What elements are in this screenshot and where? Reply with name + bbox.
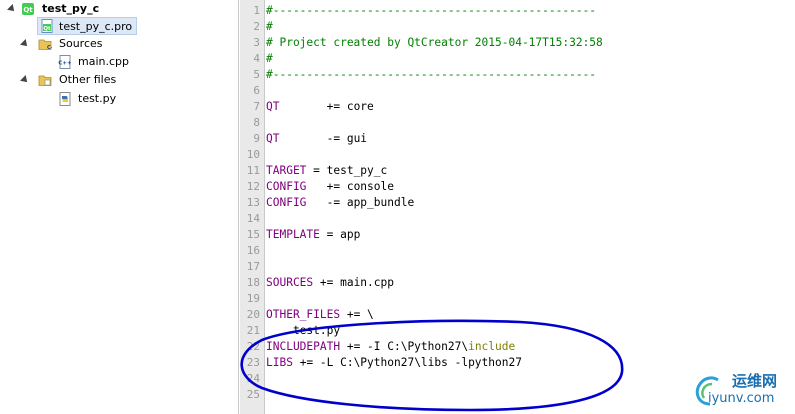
line-number: 2 bbox=[253, 20, 260, 33]
line-number: 12 bbox=[246, 180, 260, 193]
line-number: 3 bbox=[253, 36, 260, 49]
expand-arrow-icon[interactable] bbox=[20, 75, 30, 85]
code-line[interactable]: # bbox=[266, 51, 273, 67]
code-text: += console bbox=[306, 180, 394, 193]
code-comment: # bbox=[266, 52, 273, 65]
pro-file-label: test_py_c.pro bbox=[59, 20, 133, 33]
line-number: 14 bbox=[246, 212, 260, 225]
svg-text:Qt: Qt bbox=[43, 26, 51, 32]
qt-pro-file-icon: Qt bbox=[41, 19, 53, 33]
other-files-label: Other files bbox=[59, 73, 117, 86]
line-number: 15 bbox=[246, 228, 260, 241]
code-line[interactable]: # bbox=[266, 19, 273, 35]
tree-item-project[interactable]: Qt test_py_c bbox=[4, 0, 234, 18]
line-number: 23 bbox=[246, 356, 260, 369]
expand-arrow-icon[interactable] bbox=[7, 4, 17, 14]
line-number: 25 bbox=[246, 388, 260, 401]
line-number: 4 bbox=[253, 52, 260, 65]
cpp-file-icon: C++ bbox=[58, 55, 72, 69]
line-number: 18 bbox=[246, 276, 260, 289]
code-text: test.py bbox=[266, 324, 341, 337]
qmake-variable: LIBS bbox=[266, 356, 293, 369]
code-text: += core bbox=[279, 100, 374, 113]
code-line[interactable]: SOURCES += main.cpp bbox=[266, 275, 394, 291]
svg-text:C++: C++ bbox=[58, 61, 72, 67]
code-line[interactable]: # Project created by QtCreator 2015-04-1… bbox=[266, 35, 603, 51]
tree-item-test-py[interactable]: test.py bbox=[57, 90, 207, 108]
qmake-variable: CONFIG bbox=[266, 196, 307, 209]
expand-arrow-icon[interactable] bbox=[20, 39, 30, 49]
code-text: -= app_bundle bbox=[306, 196, 415, 209]
code-text: -= gui bbox=[279, 132, 368, 145]
code-line[interactable]: CONFIG -= app_bundle bbox=[266, 195, 414, 211]
folder-icon bbox=[38, 75, 52, 86]
qmake-variable: QT bbox=[266, 132, 280, 145]
project-tree: Qt test_py_c Qt test_py_c.pro C+ Sources… bbox=[0, 0, 239, 414]
folder-icon: C+ bbox=[38, 39, 52, 51]
svg-text:Qt: Qt bbox=[23, 6, 33, 14]
line-number: 10 bbox=[246, 148, 260, 161]
code-comment: # Project created by QtCreator 2015-04-1… bbox=[266, 36, 603, 49]
qmake-variable: TARGET bbox=[266, 164, 307, 177]
code-line[interactable]: QT += core bbox=[266, 99, 374, 115]
watermark-url: iyunv.com bbox=[708, 391, 775, 406]
code-text: += -I C:\Python27\ bbox=[340, 340, 469, 353]
main-cpp-label: main.cpp bbox=[78, 55, 129, 68]
tree-item-main-cpp[interactable]: C++ main.cpp bbox=[57, 53, 207, 71]
watermark-text: 运维网 bbox=[732, 372, 778, 390]
code-comment: #---------------------------------------… bbox=[266, 68, 597, 81]
line-number: 20 bbox=[246, 308, 260, 321]
qmake-variable: TEMPLATE bbox=[266, 228, 320, 241]
code-line[interactable]: INCLUDEPATH += -I C:\Python27\include bbox=[266, 339, 515, 355]
tree-item-other-files[interactable]: Other files bbox=[20, 71, 220, 89]
code-line[interactable]: OTHER_FILES += \ bbox=[266, 307, 374, 323]
line-number: 22 bbox=[246, 340, 260, 353]
python-file-icon bbox=[59, 92, 71, 106]
code-line[interactable]: LIBS += -L C:\Python27\libs -lpython27 bbox=[266, 355, 522, 371]
project-name: test_py_c bbox=[42, 2, 100, 15]
line-number: 19 bbox=[246, 292, 260, 305]
code-text: += -L C:\Python27\libs -lpython27 bbox=[292, 356, 522, 369]
line-number-gutter: 1 2 3 4 5 6 7 8 9 10 11 12 13 14 15 16 17 18 19 20 21 22 23 24 2… bbox=[240, 0, 265, 414]
qmake-variable: INCLUDEPATH bbox=[266, 340, 341, 353]
line-number: 6 bbox=[253, 84, 260, 97]
qmake-variable: OTHER_FILES bbox=[266, 308, 341, 321]
code-editor[interactable]: 1 2 3 4 5 6 7 8 9 10 11 12 13 14 15 16 17 18 19 20 21 22 23 24 2… bbox=[240, 0, 795, 414]
line-number: 8 bbox=[253, 116, 260, 129]
line-number: 17 bbox=[246, 260, 260, 273]
line-number: 7 bbox=[253, 100, 260, 113]
code-text: += \ bbox=[340, 308, 374, 321]
code-line[interactable]: CONFIG += console bbox=[266, 179, 394, 195]
code-line[interactable]: #---------------------------------------… bbox=[266, 3, 596, 19]
qt-project-icon: Qt bbox=[22, 3, 34, 15]
code-line[interactable]: QT -= gui bbox=[266, 131, 367, 147]
line-number: 21 bbox=[246, 324, 260, 337]
code-comment: #---------------------------------------… bbox=[266, 4, 597, 17]
code-text: include bbox=[468, 340, 516, 353]
line-number: 13 bbox=[246, 196, 260, 209]
line-number: 16 bbox=[246, 244, 260, 257]
qmake-variable: CONFIG bbox=[266, 180, 307, 193]
code-text: = app bbox=[319, 228, 361, 241]
test-py-label: test.py bbox=[78, 92, 117, 105]
line-number: 1 bbox=[253, 4, 260, 17]
qmake-variable: SOURCES bbox=[266, 276, 314, 289]
code-text: = test_py_c bbox=[306, 164, 388, 177]
watermark: 运维网 iyunv.com bbox=[690, 366, 790, 412]
line-number: 5 bbox=[253, 68, 260, 81]
sources-label: Sources bbox=[59, 37, 103, 50]
qmake-variable: QT bbox=[266, 100, 280, 113]
code-comment: # bbox=[266, 20, 273, 33]
code-line[interactable]: TARGET = test_py_c bbox=[266, 163, 387, 179]
tree-item-sources[interactable]: C+ Sources bbox=[20, 35, 220, 53]
svg-text:C+: C+ bbox=[47, 45, 52, 51]
line-number: 11 bbox=[246, 164, 260, 177]
code-line[interactable]: test.py bbox=[266, 323, 340, 339]
code-line[interactable]: #---------------------------------------… bbox=[266, 67, 596, 83]
line-number: 9 bbox=[253, 132, 260, 145]
line-number: 24 bbox=[246, 372, 260, 385]
code-line[interactable]: TEMPLATE = app bbox=[266, 227, 360, 243]
tree-item-pro-file[interactable]: Qt test_py_c.pro bbox=[37, 17, 137, 35]
code-text: += main.cpp bbox=[313, 276, 394, 289]
